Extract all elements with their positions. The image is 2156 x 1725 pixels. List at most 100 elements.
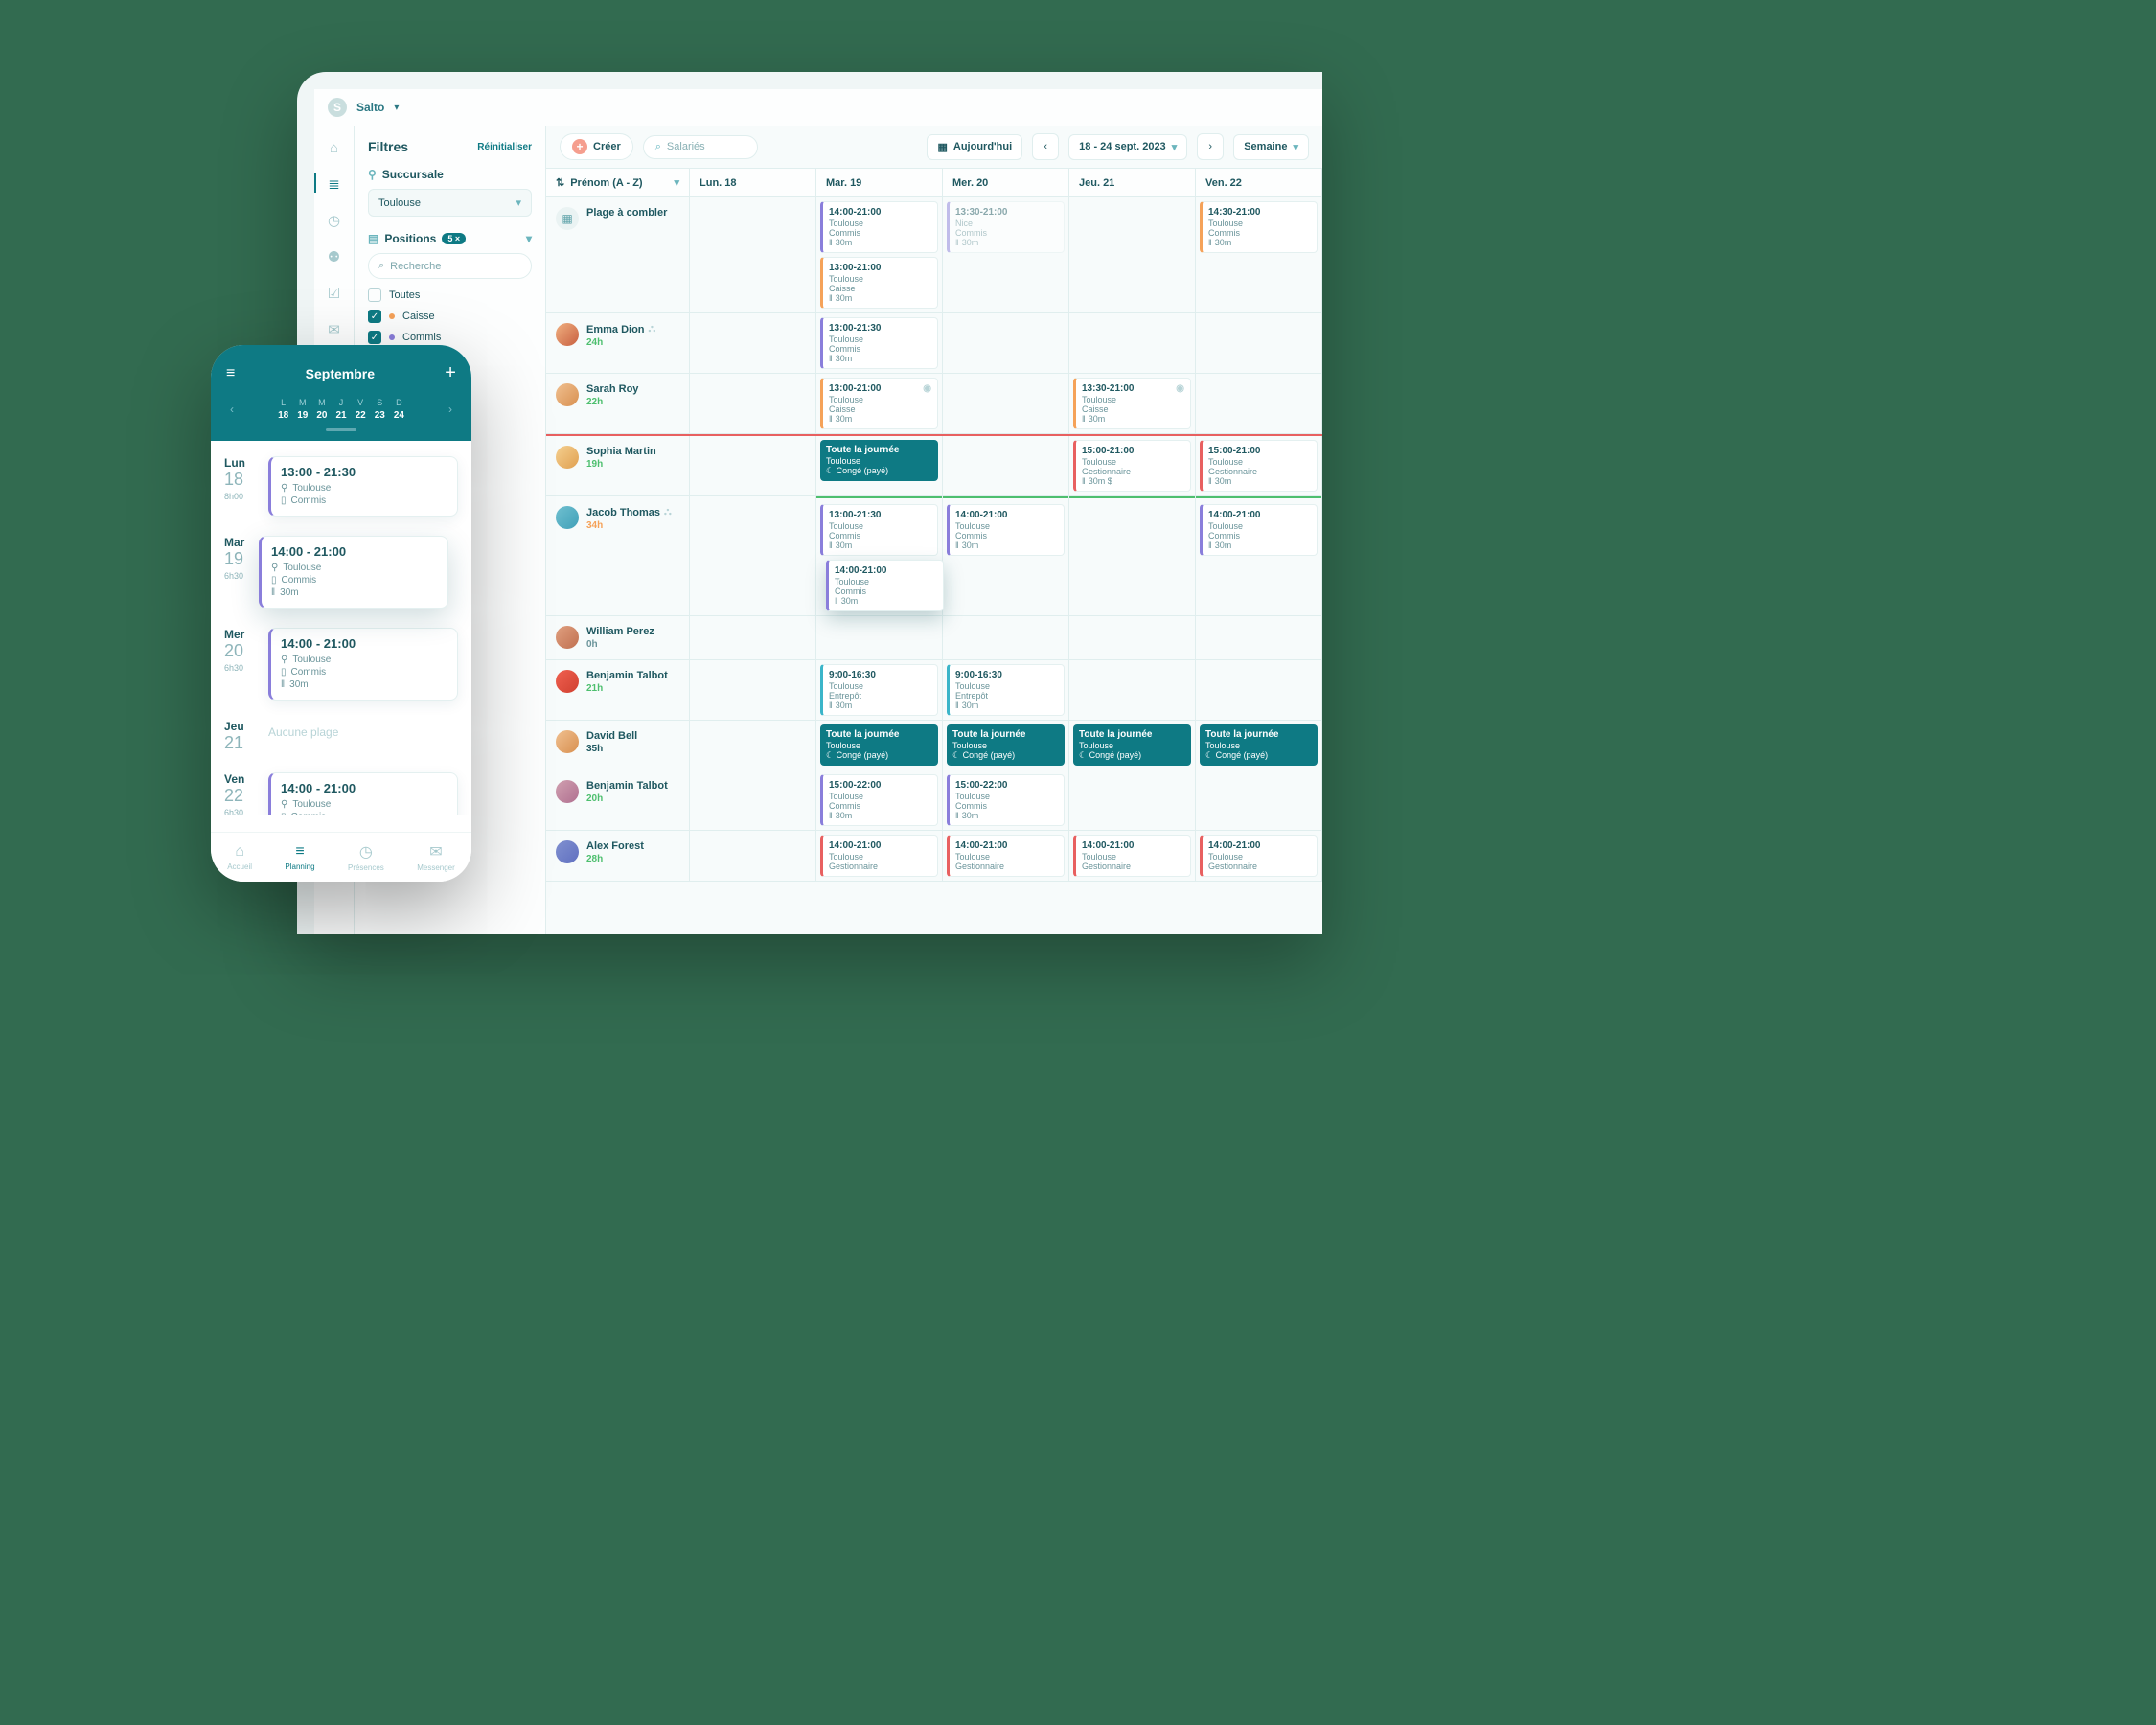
shift-card[interactable]: 14:00-21:00 Toulouse Commis ‖ 30m xyxy=(1200,504,1318,556)
shift-card[interactable]: 14:30-21:00 Toulouse Commis ‖ 30m xyxy=(1200,201,1318,253)
shift-card[interactable]: 15:00-22:00 Toulouse Commis ‖ 30m xyxy=(820,774,938,826)
grid-cell[interactable]: 14:30-21:00 Toulouse Commis ‖ 30m xyxy=(1196,197,1322,312)
shift-card[interactable]: 9:00-16:30 Toulouse Entrepôt ‖ 30m xyxy=(820,664,938,716)
employee-cell[interactable]: Benjamin Talbot 20h xyxy=(546,770,690,830)
shift-card[interactable]: 14:00-21:00 Toulouse Gestionnaire xyxy=(1200,835,1318,877)
grid-cell[interactable]: 13:00-21:00◉ Toulouse Caisse ‖ 30m xyxy=(816,374,943,433)
calendar-day[interactable]: J21 xyxy=(335,398,346,421)
calendar-day[interactable]: L18 xyxy=(278,398,288,421)
filter-option[interactable]: Toutes xyxy=(368,288,532,302)
grid-cell[interactable] xyxy=(943,374,1069,433)
nav-chat-icon[interactable]: ✉ xyxy=(324,319,345,340)
shift-card[interactable]: Toute la journée Toulouse ☾ Congé (payé) xyxy=(820,440,938,481)
grid-cell[interactable]: Toute la journée Toulouse ☾ Congé (payé) xyxy=(1069,721,1196,770)
prev-week[interactable]: ‹ xyxy=(230,402,234,416)
grid-cell[interactable] xyxy=(690,436,816,495)
grid-cell[interactable]: 9:00-16:30 Toulouse Entrepôt ‖ 30m xyxy=(816,660,943,720)
shift-card[interactable]: 14:00-21:00 Toulouse Gestionnaire xyxy=(1073,835,1191,877)
shift-card[interactable]: 13:30-21:00 Nice Commis ‖ 30m xyxy=(947,201,1065,253)
today-button[interactable]: ▦ Aujourd'hui xyxy=(927,134,1022,160)
employee-cell[interactable]: William Perez 0h xyxy=(546,616,690,659)
shift-card[interactable]: Toute la journée Toulouse ☾ Congé (payé) xyxy=(820,724,938,766)
grid-cell[interactable]: 14:00-21:00 Toulouse Gestionnaire xyxy=(1196,831,1322,881)
nav-tasks-icon[interactable]: ☑ xyxy=(324,283,345,304)
shift-card[interactable]: 15:00-22:00 Toulouse Commis ‖ 30m xyxy=(947,774,1065,826)
grid-cell[interactable] xyxy=(1196,313,1322,373)
employee-cell[interactable]: Sophia Martin 19h xyxy=(546,436,690,495)
nav-team-icon[interactable]: ⚉ xyxy=(324,246,345,267)
shift-card[interactable]: 14:00-21:00 Toulouse Gestionnaire xyxy=(947,835,1065,877)
menu-icon[interactable]: ≡ xyxy=(226,365,235,382)
shift-card[interactable]: 14:00-21:00 Toulouse Gestionnaire xyxy=(820,835,938,877)
create-button[interactable]: + Créer xyxy=(560,133,633,160)
grid-cell[interactable] xyxy=(1196,660,1322,720)
employee-cell[interactable]: David Bell 35h xyxy=(546,721,690,770)
filter-option[interactable]: ✓Caisse xyxy=(368,310,532,323)
nav-home-icon[interactable]: ⌂ xyxy=(324,137,345,158)
grid-cell[interactable]: 14:00-21:00 Toulouse Gestionnaire xyxy=(943,831,1069,881)
tab-planning[interactable]: ≡Planning xyxy=(285,843,314,871)
grid-cell[interactable] xyxy=(690,496,816,615)
grid-cell[interactable] xyxy=(690,374,816,433)
add-button[interactable]: + xyxy=(445,362,456,384)
grid-cell[interactable]: 9:00-16:30 Toulouse Entrepôt ‖ 30m xyxy=(943,660,1069,720)
grid-cell[interactable] xyxy=(1196,374,1322,433)
grid-cell[interactable]: 13:00-21:30 Toulouse Commis ‖ 30m xyxy=(816,313,943,373)
filters-reset[interactable]: Réinitialiser xyxy=(477,142,532,152)
grid-cell[interactable] xyxy=(816,616,943,659)
grid-cell[interactable] xyxy=(1069,616,1196,659)
next-button[interactable]: › xyxy=(1197,133,1224,160)
grid-cell[interactable] xyxy=(943,436,1069,495)
grid-cell[interactable] xyxy=(690,616,816,659)
calendar-day[interactable]: D24 xyxy=(394,398,404,421)
shift-card[interactable]: Toute la journée Toulouse ☾ Congé (payé) xyxy=(1200,724,1318,766)
shift-card[interactable]: 14:00-21:00 Toulouse Commis ‖ 30m xyxy=(947,504,1065,556)
grid-cell[interactable] xyxy=(1196,616,1322,659)
grid-cell[interactable]: 15:00-21:00 Toulouse Gestionnaire ‖ 30m … xyxy=(1069,436,1196,495)
calendar-day[interactable]: M19 xyxy=(297,398,308,421)
tab-accueil[interactable]: ⌂Accueil xyxy=(227,843,252,871)
positions-search[interactable]: ⌕ Recherche xyxy=(368,253,532,279)
grid-cell[interactable] xyxy=(690,770,816,830)
shift-card[interactable]: 13:30-21:00◉ Toulouse Caisse ‖ 30m xyxy=(1073,378,1191,429)
grid-cell[interactable]: 15:00-21:00 Toulouse Gestionnaire ‖ 30m xyxy=(1196,436,1322,495)
grid-cell[interactable]: Toute la journée Toulouse ☾ Congé (payé) xyxy=(816,721,943,770)
grid-cell[interactable] xyxy=(690,313,816,373)
mobile-shift-card[interactable]: 13:00 - 21:30 ⚲ Toulouse ▯ Commis xyxy=(268,456,458,517)
grid-cell[interactable] xyxy=(1069,770,1196,830)
grid-cell[interactable]: 14:00-21:00 Toulouse Gestionnaire xyxy=(1069,831,1196,881)
grid-cell[interactable]: 13:30-21:00 Nice Commis ‖ 30m xyxy=(943,197,1069,312)
employee-cell[interactable]: Benjamin Talbot 21h xyxy=(546,660,690,720)
sort-header[interactable]: ⇅Prénom (A - Z) ▾ xyxy=(546,169,690,196)
calendar-day[interactable]: M20 xyxy=(316,398,327,421)
grid-cell[interactable]: 15:00-22:00 Toulouse Commis ‖ 30m xyxy=(816,770,943,830)
nav-planning-icon[interactable]: ≣ xyxy=(324,173,345,195)
branch-select[interactable]: Toulouse ▾ xyxy=(368,189,532,217)
grid-cell[interactable] xyxy=(1069,197,1196,312)
grid-cell[interactable] xyxy=(690,197,816,312)
shift-card[interactable]: 13:00-21:30 Toulouse Commis ‖ 30m xyxy=(820,317,938,369)
grid-cell[interactable] xyxy=(943,616,1069,659)
grid-cell[interactable]: 13:30-21:00◉ Toulouse Caisse ‖ 30m xyxy=(1069,374,1196,433)
grid-cell[interactable]: 15:00-22:00 Toulouse Commis ‖ 30m xyxy=(943,770,1069,830)
grid-cell[interactable] xyxy=(690,660,816,720)
shift-card[interactable]: 13:00-21:00 Toulouse Caisse ‖ 30m xyxy=(820,257,938,309)
grid-cell[interactable]: Toute la journée Toulouse ☾ Congé (payé) xyxy=(1196,721,1322,770)
grid-cell[interactable] xyxy=(943,313,1069,373)
calendar-day[interactable]: V22 xyxy=(356,398,366,421)
grid-cell[interactable] xyxy=(690,721,816,770)
shift-card[interactable]: 9:00-16:30 Toulouse Entrepôt ‖ 30m xyxy=(947,664,1065,716)
employee-cell[interactable]: Jacob Thomas ⛬ 34h xyxy=(546,496,690,615)
grid-cell[interactable] xyxy=(1069,660,1196,720)
prev-button[interactable]: ‹ xyxy=(1032,133,1059,160)
tab-présences[interactable]: ◷Présences xyxy=(348,842,384,872)
grid-cell[interactable]: Toute la journée Toulouse ☾ Congé (payé) xyxy=(943,721,1069,770)
view-select[interactable]: Semaine ▾ xyxy=(1233,134,1309,160)
employee-cell[interactable]: Alex Forest 28h xyxy=(546,831,690,881)
grid-cell[interactable] xyxy=(1069,496,1196,615)
shift-card[interactable]: 14:00-21:00 Toulouse Commis ‖ 30m xyxy=(820,201,938,253)
date-range-button[interactable]: 18 - 24 sept. 2023 ▾ xyxy=(1068,134,1187,160)
employee-cell[interactable]: Emma Dion ⛬ 24h xyxy=(546,313,690,373)
calendar-day[interactable]: S23 xyxy=(375,398,385,421)
grid-cell[interactable] xyxy=(690,831,816,881)
